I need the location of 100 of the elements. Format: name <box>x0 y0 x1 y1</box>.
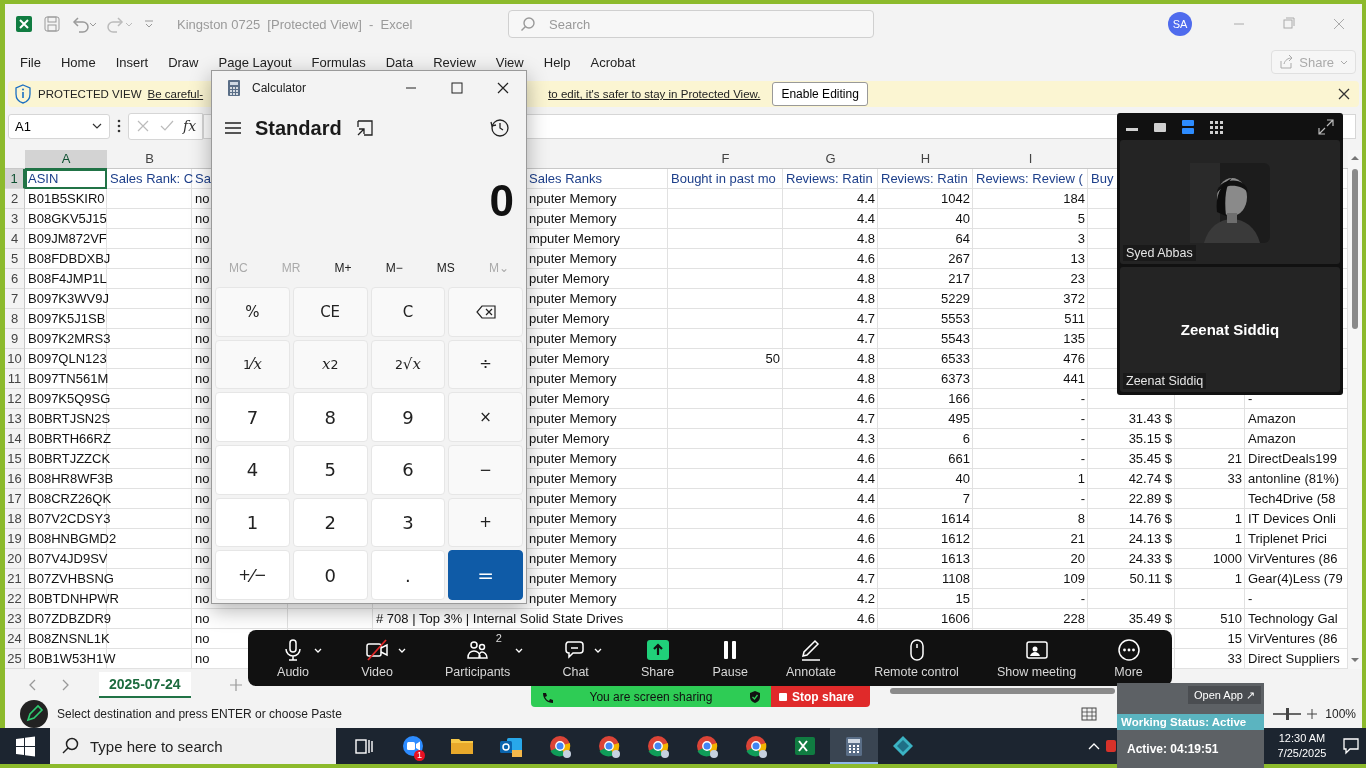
enable-editing-button[interactable]: Enable Editing <box>772 82 868 106</box>
calculator-key[interactable]: 0 <box>292 550 368 600</box>
menu-tab[interactable]: Page Layout <box>209 50 301 74</box>
zoom-level[interactable]: 100% <box>1325 707 1356 721</box>
column-header[interactable]: F <box>668 150 783 170</box>
row-header[interactable]: 20 <box>5 549 25 569</box>
normal-view-icon[interactable] <box>1081 707 1098 721</box>
toolbar-button[interactable]: Video <box>361 637 393 679</box>
menu-tab[interactable]: Home <box>51 50 105 74</box>
row-header[interactable]: 10 <box>5 349 25 369</box>
row-header[interactable]: 16 <box>5 469 25 489</box>
expand-icon[interactable] <box>1317 117 1335 136</box>
row-header[interactable]: 9 <box>5 329 25 349</box>
name-box[interactable]: A1 <box>8 113 110 139</box>
toolbar-button[interactable]: Annotate <box>785 637 836 679</box>
keep-on-top-icon[interactable] <box>355 119 374 137</box>
calculator-key[interactable]: % <box>215 287 290 337</box>
insert-function-button[interactable]: fx <box>183 118 197 134</box>
undo-icon[interactable] <box>71 15 97 33</box>
row-header[interactable]: 5 <box>5 249 25 269</box>
more-icon[interactable] <box>116 118 122 134</box>
row-header[interactable]: 8 <box>5 309 25 329</box>
calculator-key[interactable]: 7 <box>215 392 290 442</box>
row-header[interactable]: 12 <box>5 389 25 409</box>
menu-tab[interactable]: File <box>11 50 50 74</box>
row-header[interactable]: 24 <box>5 629 25 649</box>
toolbar-button[interactable]: Pause <box>712 637 748 679</box>
menu-tab[interactable]: Help <box>534 50 580 74</box>
open-app-button[interactable]: Open App ↗ <box>1188 686 1261 704</box>
row-header[interactable]: 18 <box>5 509 25 529</box>
row-header[interactable]: 23 <box>5 609 25 629</box>
taskbar-button[interactable]: 1 <box>389 728 437 764</box>
row-header[interactable]: 15 <box>5 449 25 469</box>
toolbar-button[interactable]: Share <box>640 637 675 679</box>
toolbar-button[interactable]: Remote control <box>874 637 959 679</box>
calculator-key[interactable]: CE <box>292 287 368 337</box>
row-header[interactable]: 25 <box>5 649 25 669</box>
backspace-button[interactable] <box>448 287 523 337</box>
menu-tab[interactable]: Formulas <box>302 50 375 74</box>
calculator-key[interactable]: ÷ <box>448 339 523 390</box>
row-header[interactable]: 17 <box>5 489 25 509</box>
calculator-key[interactable]: − <box>448 445 523 495</box>
row-header[interactable]: 13 <box>5 409 25 429</box>
menu-tab[interactable]: Insert <box>106 50 158 74</box>
calculator-key[interactable]: + <box>448 497 523 548</box>
pen-icon[interactable] <box>20 700 48 728</box>
search-field[interactable]: Type here to search <box>50 728 336 764</box>
row-header[interactable]: 11 <box>5 369 25 389</box>
calculator-key[interactable]: C <box>370 287 446 337</box>
memory-button[interactable]: MS <box>436 261 455 275</box>
column-header[interactable]: B <box>107 150 192 170</box>
calculator-key[interactable]: 1 <box>215 497 290 548</box>
row-header[interactable]: 6 <box>5 269 25 289</box>
row-header[interactable]: 2 <box>5 189 25 209</box>
row-header[interactable]: 21 <box>5 569 25 589</box>
row-header[interactable]: 1 <box>5 169 25 189</box>
calculator-key[interactable]: 2 <box>292 497 368 548</box>
menu-tab[interactable]: Acrobat <box>581 50 645 74</box>
row-header[interactable]: 3 <box>5 209 25 229</box>
row-header[interactable]: 7 <box>5 289 25 309</box>
close-icon[interactable] <box>1337 87 1351 101</box>
calculator-key[interactable]: . <box>370 550 446 600</box>
calculator-key[interactable]: × <box>448 392 523 442</box>
history-icon[interactable] <box>490 118 510 138</box>
calculator-key[interactable]: 4 <box>215 445 290 495</box>
clock[interactable]: 12:30 AM 7/25/2025 <box>1272 731 1332 761</box>
taskbar-button[interactable] <box>830 728 878 764</box>
row-header[interactable]: 4 <box>5 229 25 249</box>
column-header[interactable]: G <box>783 150 878 170</box>
toolbar-button[interactable]: Show meeting <box>997 637 1077 679</box>
message-link[interactable]: to edit, it's safer to stay in Protected View. <box>548 88 761 100</box>
sheet-tab[interactable]: 2025-07-24 <box>99 671 191 698</box>
toolbar-button[interactable]: Chat <box>562 637 589 679</box>
menu-tab[interactable]: Data <box>376 50 423 74</box>
message-link[interactable]: Be careful- <box>147 88 204 100</box>
toolbar-button[interactable]: More <box>1114 637 1143 679</box>
column-header[interactable]: I <box>973 150 1088 170</box>
toolbar-button[interactable]: Audio <box>277 637 310 679</box>
memory-button[interactable]: M+ <box>334 261 352 275</box>
calculator-key[interactable]: 5 <box>292 445 368 495</box>
zoom-in-icon[interactable] <box>1307 709 1318 719</box>
menu-icon[interactable] <box>224 121 242 135</box>
stop-share-button[interactable]: Stop share <box>771 686 870 707</box>
equals-button[interactable]: = <box>448 550 523 600</box>
calculator-key[interactable]: 6 <box>370 445 446 495</box>
calculator-key[interactable]: 8 <box>292 392 368 442</box>
horizontal-scrollbar[interactable] <box>890 688 1115 694</box>
row-header[interactable]: 19 <box>5 529 25 549</box>
row-header[interactable]: 22 <box>5 589 25 609</box>
column-header[interactable]: A <box>25 150 107 170</box>
zoom-slider[interactable] <box>1273 708 1302 720</box>
menu-tab[interactable]: Draw <box>159 50 208 74</box>
calculator-key[interactable]: 3 <box>370 497 446 548</box>
menu-tab[interactable]: View <box>486 50 533 74</box>
speaker-view-icon[interactable] <box>1179 117 1197 136</box>
column-header[interactable]: H <box>878 150 973 170</box>
memory-button[interactable]: M− <box>385 261 403 275</box>
row-header[interactable]: 14 <box>5 429 25 449</box>
search-field[interactable]: Search <box>508 10 874 38</box>
menu-tab[interactable]: Review <box>424 50 485 74</box>
